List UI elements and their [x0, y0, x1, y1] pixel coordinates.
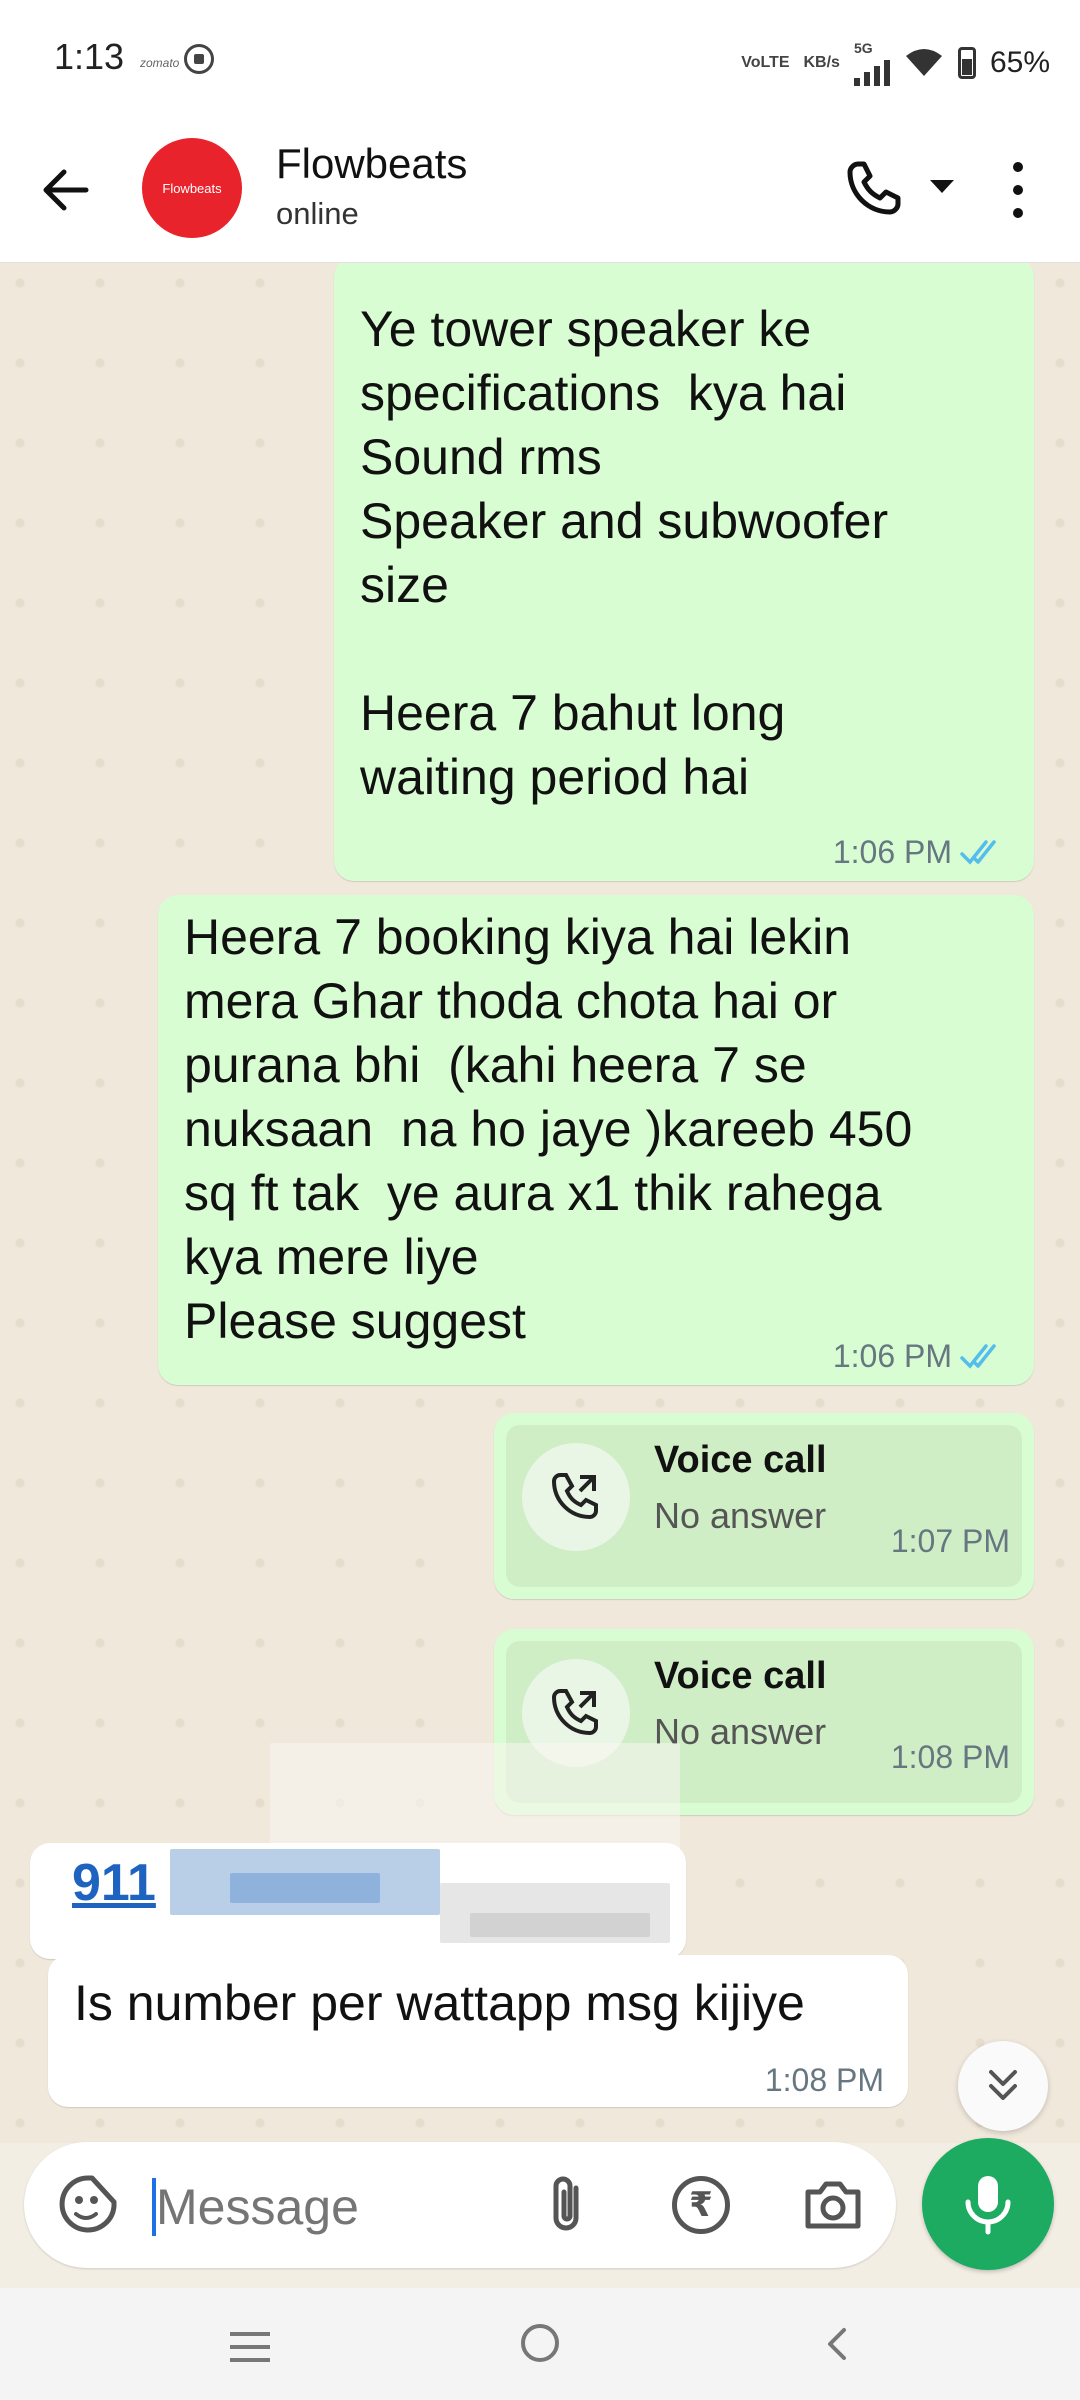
call-title: Voice call [654, 1655, 827, 1697]
back-arrow-icon[interactable] [38, 162, 94, 218]
phone-number-link[interactable]: 911 [72, 1853, 156, 1913]
call-time: 1:07 PM [890, 1523, 1010, 1559]
incoming-message[interactable]: Is number per wattapp msg kijiye 1:08 PM [48, 1955, 908, 2107]
network-type: 5G [853, 40, 873, 56]
chat-area[interactable]: Ye tower speaker ke specifications kya h… [0, 263, 1080, 2143]
sticker-emoji-icon[interactable] [56, 2172, 120, 2236]
message-time: 1:06 PM [832, 834, 952, 870]
outgoing-message[interactable]: Ye tower speaker ke specifications kya h… [334, 263, 1034, 881]
wifi-icon [905, 49, 942, 76]
read-ticks-icon [960, 1343, 996, 1369]
status-bar: 1:13 zomato VoLTE KB/s 5G 65% [0, 0, 1080, 120]
battery-percent: 65% [989, 46, 1050, 79]
message-time: 1:06 PM [832, 1338, 952, 1374]
message-meta: 1:08 PM [765, 2062, 884, 2099]
back-nav-icon[interactable] [818, 2324, 858, 2364]
system-navigation-bar [0, 2288, 1080, 2400]
message-composer: ₹ [24, 2142, 896, 2268]
microphone-icon [965, 2176, 1011, 2235]
message-time: 1:08 PM [764, 2062, 884, 2098]
chat-header: Flowbeats Flowbeats online [0, 120, 1080, 263]
recent-apps-button[interactable] [230, 2332, 270, 2371]
clock: 1:13 [54, 36, 125, 77]
contact-avatar[interactable]: Flowbeats [142, 138, 242, 238]
contact-status: online [276, 196, 359, 231]
signal-icon: 5G [853, 40, 890, 86]
call-status: No answer [654, 1495, 827, 1536]
call-options-dropdown[interactable] [930, 180, 954, 193]
voice-call-message[interactable]: Voice call No answer 1:07 PM [494, 1413, 1034, 1599]
call-time: 1:08 PM [890, 1739, 1010, 1775]
home-button[interactable] [521, 2324, 559, 2362]
message-text: Ye tower speaker ke specifications kya h… [360, 301, 889, 805]
voice-record-button[interactable] [922, 2138, 1054, 2270]
message-text: Heera 7 booking kiya hai lekin mera Ghar… [184, 909, 913, 1349]
camera-icon[interactable] [802, 2178, 864, 2232]
notification-app-label: zomato [140, 56, 180, 70]
message-input[interactable] [156, 2178, 486, 2236]
read-ticks-icon [960, 839, 996, 865]
missed-outgoing-call-icon [522, 1443, 630, 1551]
call-title: Voice call [654, 1439, 827, 1481]
message-meta: 1:06 PM [833, 1338, 1010, 1375]
data-speed-indicator: KB/s [803, 54, 840, 71]
voice-call-icon[interactable] [844, 158, 904, 218]
rupee-symbol: ₹ [689, 2186, 713, 2224]
payment-rupee-icon[interactable]: ₹ [672, 2176, 730, 2234]
double-chevron-down-icon [989, 2070, 1017, 2100]
more-options-icon[interactable] [1010, 162, 1026, 222]
message-meta: 1:06 PM [833, 834, 1010, 871]
scroll-to-bottom-button[interactable] [958, 2041, 1048, 2131]
screen-record-icon [184, 44, 214, 74]
battery-icon [957, 47, 976, 79]
message-text: Is number per wattapp msg kijiye [74, 1975, 805, 2031]
contact-name[interactable]: Flowbeats [276, 140, 467, 188]
status-indicators: VoLTE KB/s 5G 65% [741, 40, 1050, 86]
volte-indicator: VoLTE [741, 54, 790, 71]
outgoing-message[interactable]: Heera 7 booking kiya hai lekin mera Ghar… [158, 895, 1034, 1385]
avatar-label: Flowbeats [162, 180, 222, 196]
attach-icon[interactable] [538, 2174, 598, 2236]
